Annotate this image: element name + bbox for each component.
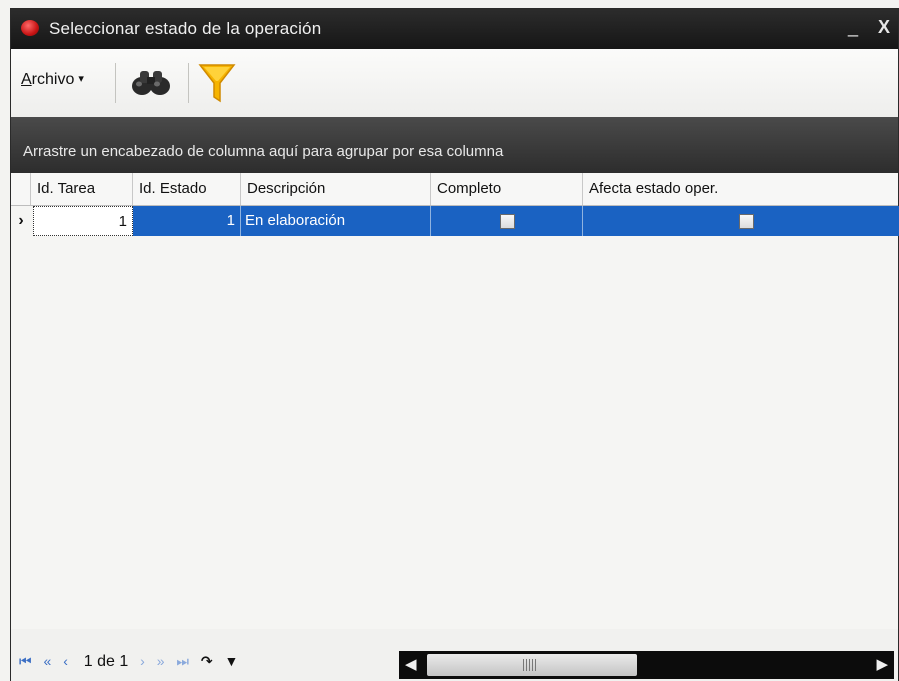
grip-icon (523, 659, 537, 671)
toolbar-separator (115, 63, 116, 103)
previous-page-button[interactable]: « (44, 653, 52, 669)
app-logo-icon (21, 20, 39, 36)
scrollbar-thumb[interactable] (427, 654, 637, 676)
refresh-icon[interactable]: ↷ (201, 653, 213, 670)
column-header-id-estado[interactable]: Id. Estado (133, 173, 241, 205)
chevron-down-icon: ▾ (78, 73, 84, 85)
archivo-menu[interactable]: Archivo ▾ (21, 71, 84, 89)
title-bar[interactable]: Seleccionar estado de la operación _ X (11, 9, 898, 49)
record-navigator: ⏮ « ‹ 1 de 1 › » ⏭ ↷ ▼ (19, 653, 246, 671)
last-record-button[interactable]: ⏭ (176, 653, 189, 670)
cell-id-tarea[interactable]: 1 (33, 206, 133, 236)
pager-text: 1 de 1 (83, 653, 129, 670)
next-record-button[interactable]: › (140, 653, 145, 669)
binoculars-icon (132, 71, 170, 95)
filter-icon[interactable]: ▼ (225, 653, 239, 669)
find-button[interactable] (129, 65, 173, 99)
toolbar-separator (188, 63, 189, 103)
afecta-estado-checkbox[interactable] (739, 214, 754, 229)
toolbar: Archivo ▾ (11, 49, 898, 118)
scroll-left-icon[interactable]: ◀ (405, 655, 417, 673)
select-state-dialog: Seleccionar estado de la operación _ X A… (10, 8, 899, 681)
states-grid: Id. Tarea Id. Estado Descripción Complet… (11, 173, 899, 629)
next-page-button[interactable]: » (157, 653, 165, 669)
group-by-hint: Arrastre un encabezado de columna aquí p… (23, 143, 504, 160)
minimize-button[interactable]: _ (848, 17, 858, 38)
column-header-id-tarea[interactable]: Id. Tarea (31, 173, 133, 205)
scroll-right-icon[interactable]: ▶ (876, 655, 888, 673)
column-header-descripcion[interactable]: Descripción (241, 173, 431, 205)
column-header-completo[interactable]: Completo (431, 173, 583, 205)
completo-checkbox[interactable] (500, 214, 515, 229)
grid-header: Id. Tarea Id. Estado Descripción Complet… (11, 173, 898, 206)
cell-afecta-estado[interactable] (583, 206, 899, 236)
table-row[interactable]: › 1 1 En elaboración (11, 206, 899, 236)
window-title: Seleccionar estado de la operación (49, 19, 322, 38)
first-record-button[interactable]: ⏮ (19, 653, 32, 670)
horizontal-scrollbar[interactable]: ◀ ▶ (399, 651, 894, 679)
filter-button[interactable] (197, 61, 237, 105)
group-by-panel[interactable]: Arrastre un encabezado de columna aquí p… (11, 117, 898, 173)
archivo-mnemonic: A (21, 71, 32, 88)
row-indicator-icon: › (18, 212, 24, 229)
previous-record-button[interactable]: ‹ (63, 653, 68, 669)
cell-completo[interactable] (431, 206, 583, 236)
close-button[interactable]: X (878, 17, 890, 38)
cell-descripcion[interactable]: En elaboración (241, 206, 431, 236)
indicator-header (11, 173, 31, 205)
grid-footer: ⏮ « ‹ 1 de 1 › » ⏭ ↷ ▼ ◀ ▶ (11, 645, 898, 681)
column-header-afecta-estado[interactable]: Afecta estado oper. (583, 173, 899, 205)
cell-id-estado[interactable]: 1 (133, 206, 241, 236)
archivo-label: rchivo (31, 71, 75, 88)
filter-funnel-icon (198, 64, 236, 103)
